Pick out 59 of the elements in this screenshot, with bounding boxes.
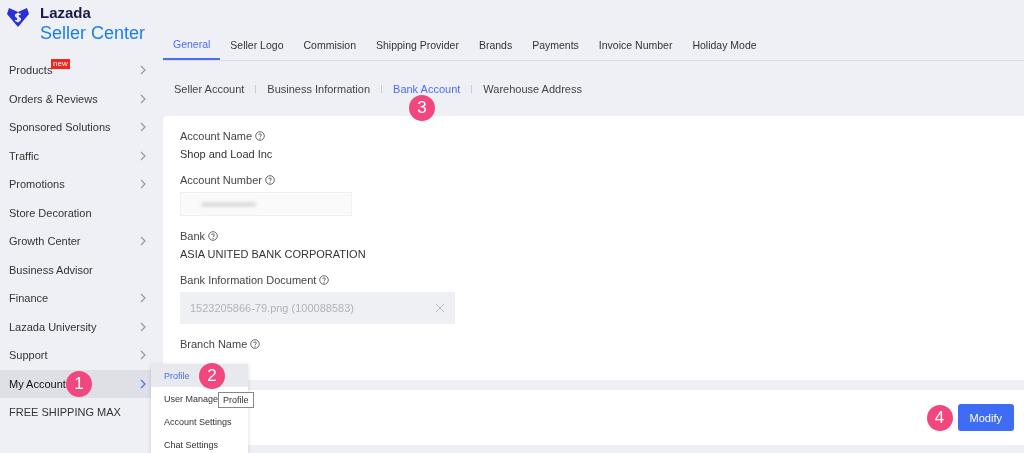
sidebar-label: Orders & Reviews — [9, 92, 98, 105]
help-icon[interactable] — [264, 175, 275, 185]
help-icon[interactable] — [319, 275, 330, 285]
sidebar-label: Support — [9, 349, 48, 362]
step-number: 1 — [66, 370, 92, 397]
brand-name: Lazada — [40, 4, 92, 22]
sidebar-item[interactable]: Store Decoration — [0, 198, 160, 227]
subtab[interactable]: Seller Account — [174, 82, 245, 95]
tab[interactable]: Invoice Number — [588, 29, 683, 60]
field-value: Shop and Load Inc — [180, 148, 274, 160]
sidebar-label: Store Decoration — [9, 206, 92, 219]
tab[interactable]: General — [163, 29, 221, 60]
sidebar-item[interactable]: Traffic — [0, 141, 160, 170]
tab[interactable]: Payments — [522, 29, 589, 60]
field-label: Bank — [180, 230, 206, 242]
sidebar-item[interactable]: Orders & Reviews — [0, 84, 160, 113]
sidebar-label: Sponsored Solutions — [9, 121, 111, 134]
sidebar-label: Growth Center — [9, 235, 81, 248]
sidebar-label: My Account — [9, 377, 66, 390]
sidebar-item[interactable]: Promotions — [0, 170, 160, 199]
sidebar-label: Business Advisor — [9, 263, 93, 276]
sidebar-label: FREE SHIPPING MAX — [9, 406, 121, 419]
field-label: Branch Name — [180, 338, 248, 350]
sidebar-label: Promotions — [9, 178, 65, 191]
new-badge: new — [51, 59, 70, 69]
tooltip: Profile — [218, 392, 254, 408]
field-label: Account Name — [180, 130, 253, 142]
tab[interactable]: Shipping Provider — [366, 29, 469, 60]
logo-icon — [6, 6, 30, 28]
menu-item[interactable]: Profile 2 — [151, 364, 248, 387]
menu-item[interactable]: Chat Settings — [151, 433, 248, 453]
sidebar-item[interactable]: Sponsored Solutions — [0, 113, 160, 142]
subtab[interactable]: Business Information — [267, 82, 371, 95]
help-icon[interactable] — [250, 339, 261, 349]
sidebar-item[interactable]: Finance — [0, 284, 160, 313]
tab[interactable]: Brands — [468, 29, 523, 60]
tab[interactable]: Commision — [293, 29, 366, 60]
step-number: 4 — [926, 404, 953, 431]
field-label: Bank Information Document — [180, 274, 317, 286]
subtab[interactable]: Warehouse Address — [483, 82, 582, 95]
step-number: 2 — [199, 363, 225, 389]
sidebar-item[interactable]: Business Advisor — [0, 255, 160, 284]
help-icon[interactable] — [255, 131, 266, 141]
modify-button[interactable]: Modify — [957, 404, 1014, 431]
menu-item[interactable]: Account Settings — [151, 410, 248, 433]
tab[interactable]: Seller Logo — [220, 29, 294, 60]
step-number: 3 — [409, 94, 436, 121]
sidebar-label: Lazada University — [9, 320, 97, 333]
help-icon[interactable] — [208, 231, 219, 241]
sidebar-label: Products — [9, 64, 53, 77]
field-label: Account Number — [180, 174, 262, 186]
sidebar-item[interactable]: Lazada University — [0, 312, 160, 341]
subtab[interactable]: Bank Account — [393, 82, 461, 95]
sidebar-label: Traffic — [9, 149, 39, 162]
tab[interactable]: Holiday Mode — [682, 29, 767, 60]
field-value: ASIA UNITED BANK CORPORATION — [180, 248, 367, 260]
sidebar-item[interactable]: Growth Center — [0, 227, 160, 256]
product-name: Seller Center — [40, 22, 146, 44]
sidebar-label: Finance — [9, 292, 49, 305]
